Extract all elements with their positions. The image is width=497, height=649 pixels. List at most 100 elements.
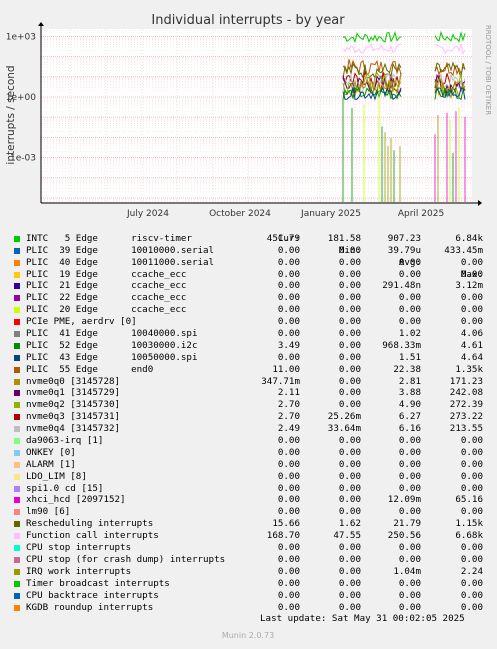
legend-max: 0.00 bbox=[460, 292, 483, 304]
legend-row: nvme0q4 [3145732] 2.49 33.64m 6.16 213.55 bbox=[14, 423, 494, 435]
legend-avg: 6.16 bbox=[398, 423, 421, 435]
legend-cur: 2.11 bbox=[277, 387, 300, 399]
legend-label: PLIC 55 Edge end0 bbox=[26, 363, 154, 375]
legend-row: PLIC 40 Edge 10011000.serial 0.00 0.00 0.00… bbox=[14, 257, 494, 269]
y-tick-label: 1e-03 bbox=[10, 154, 36, 164]
legend-swatch bbox=[14, 592, 20, 599]
legend-cur: 0.00 bbox=[277, 256, 300, 268]
legend-label: PLIC 52 Edge 10030000.i2c bbox=[26, 339, 198, 351]
rrdtool-credit: RRDTOOL / TOBI OETIKER bbox=[484, 25, 492, 115]
legend-swatch bbox=[14, 461, 20, 468]
legend-row: ALARM [1] 0.00 0.00 0.00 0.00 bbox=[14, 459, 494, 471]
y-axis-label: interrupts / second bbox=[5, 65, 17, 164]
legend-avg: 3.88 bbox=[398, 387, 421, 399]
legend-label: Function call interrupts bbox=[26, 530, 159, 542]
legend-label: PCIe PME, aerdrv [0] bbox=[26, 316, 137, 328]
legend-max: 0.00 bbox=[460, 435, 483, 447]
y-tick-label: 1e+03 bbox=[6, 32, 36, 42]
legend-avg: 291.48n bbox=[382, 280, 421, 292]
legend-avg: 0.00 bbox=[398, 458, 421, 470]
legend-max: 6.68k bbox=[455, 530, 483, 542]
legend-max: 0.00 bbox=[460, 577, 483, 589]
legend-max: 4.06 bbox=[460, 328, 483, 340]
legend-row: PLIC 21 Edge ccache_ecc 0.00 0.00 291.48n 3.… bbox=[14, 280, 494, 292]
legend-label: PLIC 20 Edge ccache_ecc bbox=[26, 304, 187, 316]
legend-max: 4.64 bbox=[460, 351, 483, 363]
legend-avg: 1.51 bbox=[398, 351, 421, 363]
plot-background bbox=[41, 29, 472, 202]
legend-row: spi1.0 cd [15] 0.00 0.00 0.00 0.00 bbox=[14, 483, 494, 495]
legend-label: Rescheduling interrupts bbox=[26, 518, 154, 530]
x-tick-labels: July 2024 October 2024 January 2025 April 2… bbox=[126, 209, 444, 219]
legend-label: PLIC 41 Edge 10040000.spi bbox=[26, 328, 198, 340]
legend-swatch bbox=[14, 247, 20, 254]
legend-header: Cur: Min: Avg: Max: bbox=[14, 221, 494, 280]
legend-cur: 0.00 bbox=[277, 565, 300, 577]
legend-row: Function call interrupts 168.70 47.55 250.5… bbox=[14, 530, 494, 542]
legend-swatch bbox=[14, 366, 20, 373]
legend-avg: 0.00 bbox=[398, 435, 421, 447]
legend-cur: 0.00 bbox=[277, 435, 300, 447]
legend-avg: 0.00 bbox=[398, 446, 421, 458]
legend-max: 1.15k bbox=[455, 518, 483, 530]
footer: Munin 2.0.73 bbox=[222, 631, 274, 640]
legend-label: spi1.0 cd [15] bbox=[26, 482, 104, 494]
legend-swatch bbox=[14, 485, 20, 492]
legend-row: nvme0q2 [3145730] 2.70 0.00 4.90 272.39 bbox=[14, 399, 494, 411]
legend-cur: 0.00 bbox=[277, 601, 300, 613]
legend-avg: 1.04m bbox=[393, 565, 421, 577]
legend-swatch bbox=[14, 449, 20, 456]
legend-max: 0.00 bbox=[460, 304, 483, 316]
legend-avg: 21.79 bbox=[393, 518, 421, 530]
legend-row: nvme0q0 [3145728] 347.71m 0.00 2.81 171.23 bbox=[14, 376, 494, 388]
legend-label: KGDB roundup interrupts bbox=[26, 601, 154, 613]
legend-avg: 0.00 bbox=[398, 470, 421, 482]
legend-cur: 0.00 bbox=[277, 280, 300, 292]
legend-max: 0.00 bbox=[460, 268, 483, 280]
legend-swatch bbox=[14, 497, 20, 504]
legend-row: PCIe PME, aerdrv [0] 0.00 0.00 0.00 0.00 bbox=[14, 316, 494, 328]
legend-label: IRQ work interrupts bbox=[26, 565, 132, 577]
legend-label: ONKEY [0] bbox=[26, 446, 76, 458]
legend-label: CPU stop (for crash dump) interrupts bbox=[26, 553, 226, 565]
legend-swatch bbox=[14, 331, 20, 338]
legend-avg: 968.33m bbox=[382, 339, 421, 351]
legend-swatch bbox=[14, 414, 20, 421]
legend-avg: 907.23 bbox=[387, 232, 421, 244]
legend-swatch bbox=[14, 259, 20, 266]
x-tick-label: October 2024 bbox=[209, 209, 271, 219]
legend-max: 213.55 bbox=[449, 423, 483, 435]
legend-max: 0.00 bbox=[460, 601, 483, 613]
legend-label: ALARM [1] bbox=[26, 458, 76, 470]
legend-swatch bbox=[14, 545, 20, 552]
legend-max: 65.16 bbox=[455, 494, 483, 506]
legend-max: 0.00 bbox=[460, 589, 483, 601]
legend-label: lm90 [6] bbox=[26, 506, 71, 518]
legend-max: 0.00 bbox=[460, 482, 483, 494]
legend-cur: 0.00 bbox=[277, 577, 300, 589]
legend-max: 0.00 bbox=[460, 553, 483, 565]
legend-max: 0.00 bbox=[460, 506, 483, 518]
legend-max: 242.08 bbox=[449, 387, 483, 399]
legend-row: ONKEY [0] 0.00 0.00 0.00 0.00 bbox=[14, 447, 494, 459]
legend-cur: 168.70 bbox=[266, 530, 300, 542]
legend-label: LDO_LIM [8] bbox=[26, 470, 87, 482]
legend-label: CPU backtrace interrupts bbox=[26, 589, 159, 601]
legend-label: PLIC 19 Edge ccache_ecc bbox=[26, 268, 187, 280]
legend-cur: 3.49 bbox=[277, 339, 300, 351]
legend-row: nvme0q3 [3145731] 2.70 25.26m 6.27 273.22 bbox=[14, 411, 494, 423]
legend-label: nvme0q1 [3145729] bbox=[26, 387, 121, 399]
x-tick-label: January 2025 bbox=[300, 209, 361, 219]
legend-swatch bbox=[14, 402, 20, 409]
legend-row: PLIC 39 Edge 10010000.serial 0.00 0.00 39.7… bbox=[14, 245, 494, 257]
legend-cur: 0.00 bbox=[277, 244, 300, 256]
legend-avg: 6.27 bbox=[398, 411, 421, 423]
legend-swatch bbox=[14, 235, 20, 242]
legend-cur: 0.00 bbox=[277, 304, 300, 316]
legend-swatch bbox=[14, 319, 20, 326]
legend-row: nvme0q1 [3145729] 2.11 0.00 3.88 242.08 bbox=[14, 387, 494, 399]
legend: Cur: Min: Avg: Max: INTC 5 Edge riscv-ti… bbox=[14, 221, 494, 625]
legend-row: KGDB roundup interrupts 0.00 0.00 0.00 0.00 bbox=[14, 602, 494, 614]
legend-avg: 0.00 bbox=[398, 268, 421, 280]
legend-row: CPU backtrace interrupts 0.00 0.00 0.00 0.00 bbox=[14, 590, 494, 602]
